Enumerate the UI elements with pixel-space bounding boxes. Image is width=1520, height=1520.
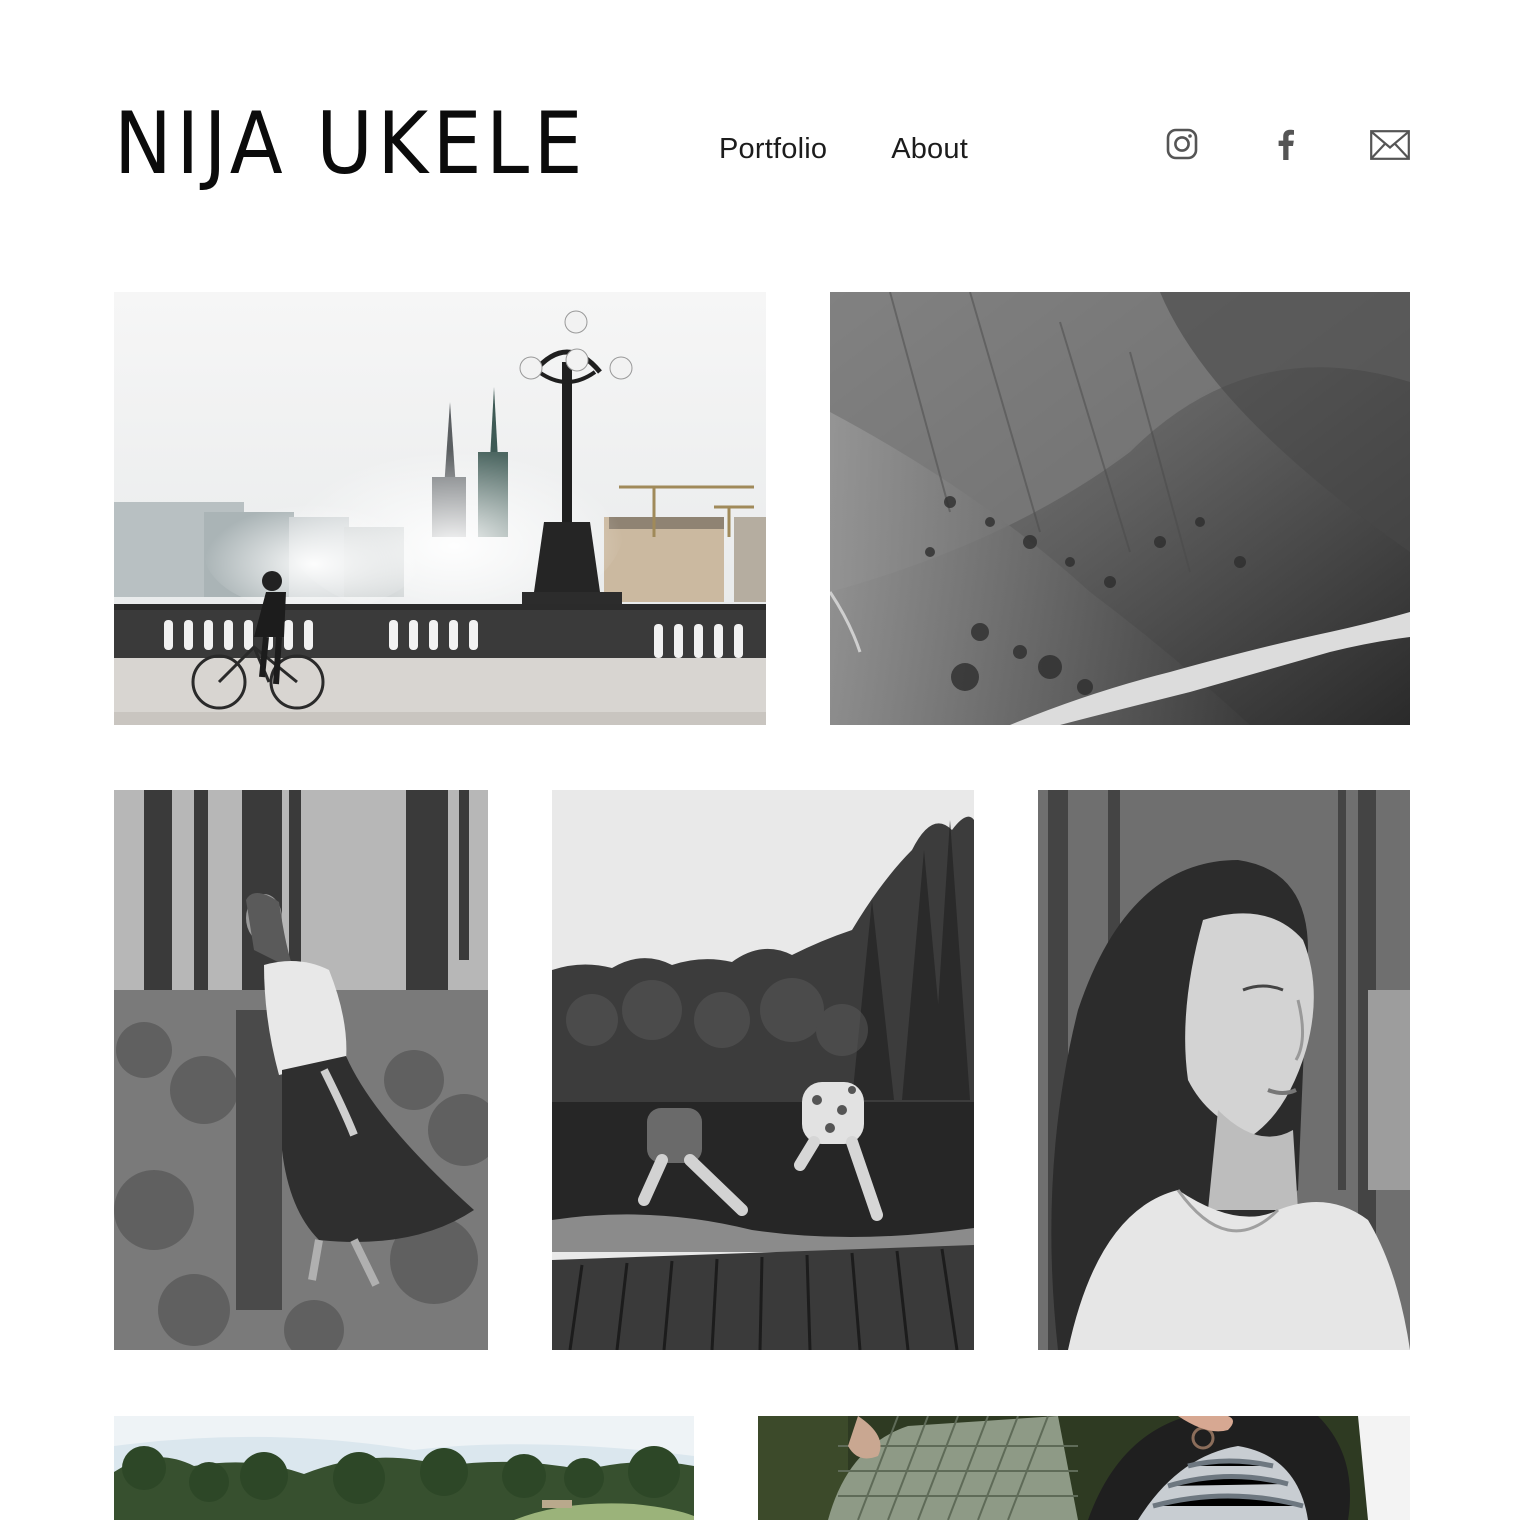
main-nav: Portfolio About — [719, 128, 968, 170]
photo-portrait-woman[interactable] — [1038, 790, 1410, 1350]
nav-about-link[interactable]: About — [891, 128, 968, 170]
nav-portfolio-link[interactable]: Portfolio — [719, 128, 827, 170]
photo-city-bridge[interactable] — [114, 292, 766, 725]
photo-people-grass[interactable] — [758, 1416, 1410, 1520]
photo-green-landscape[interactable] — [114, 1416, 694, 1520]
email-icon[interactable] — [1370, 130, 1410, 160]
site-title[interactable]: NIJA UKELE — [114, 96, 587, 192]
instagram-icon[interactable] — [1166, 128, 1198, 160]
social-links — [1158, 124, 1418, 168]
photo-woman-forest[interactable] — [114, 790, 488, 1350]
facebook-icon[interactable] — [1274, 128, 1298, 160]
photo-divers-lake[interactable] — [552, 790, 974, 1350]
photo-mountain-valley[interactable] — [830, 292, 1410, 725]
